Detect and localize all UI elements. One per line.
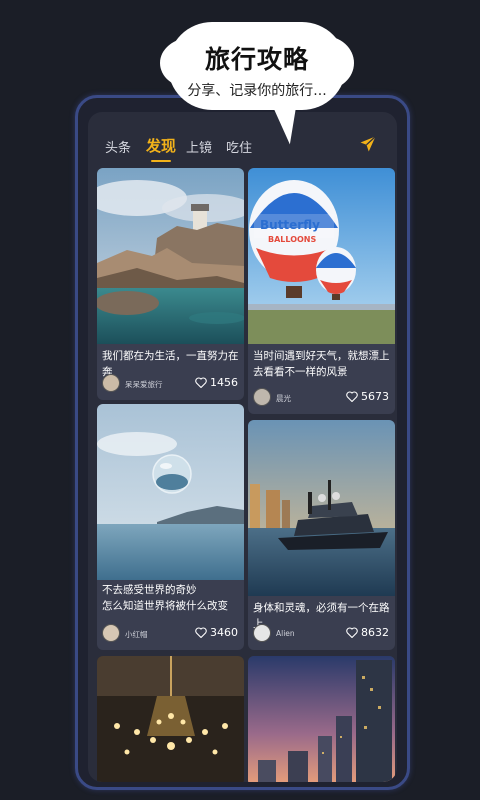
card-balloons[interactable]: Butterfly BALLOONS 当时间遇到好天气，就想漂上去看看不一样的风… [248, 168, 395, 414]
svg-text:Butterfly: Butterfly [260, 218, 320, 232]
tab-photo[interactable]: 上镜 [186, 137, 212, 156]
paper-plane-icon[interactable] [359, 135, 377, 153]
heart-icon [195, 377, 207, 388]
card-caption: 当时间遇到好天气，就想漂上去看看不一样的风景 [253, 350, 390, 378]
card-lighthouse[interactable]: 我们都在为生活，一直努力在奔 呆呆爱旅行 1456 [97, 168, 244, 400]
like-count[interactable]: 5673 [346, 390, 389, 403]
author-name: Alien [276, 629, 295, 638]
promo-title: 旅行攻略 [204, 45, 309, 74]
tab-headlines[interactable]: 头条 [105, 137, 131, 156]
author-name: 呆呆爱旅行 [125, 380, 163, 389]
phone-frame: 头条 发现 上镜 吃住 我们都在为生活，一直努力在奔 呆呆爱旅行 1456 Bu… [75, 95, 410, 790]
card-skyline[interactable] [248, 656, 395, 782]
card-yacht[interactable]: 身体和灵魂，必须有一个在路上 Alien 8632 [248, 420, 395, 650]
like-count[interactable]: 3460 [195, 626, 238, 639]
avatar [253, 624, 271, 642]
heart-icon [195, 627, 207, 638]
author-name: 晨光 [276, 394, 291, 403]
balloons-photo: Butterfly BALLOONS [248, 168, 395, 344]
tab-discover[interactable]: 发现 [146, 135, 176, 162]
tab-food-stay[interactable]: 吃住 [226, 137, 252, 156]
card-caption: 不去感受世界的奇妙 怎么知道世界将被什么改变 [102, 584, 228, 612]
like-count[interactable]: 8632 [346, 626, 389, 639]
avatar [253, 388, 271, 406]
skyline-photo [248, 656, 395, 782]
avatar [102, 624, 120, 642]
card-chandelier[interactable] [97, 656, 244, 782]
like-count[interactable]: 1456 [195, 376, 238, 389]
lighthouse-photo [97, 168, 244, 344]
svg-text:BALLOONS: BALLOONS [268, 235, 316, 244]
like-count-value: 5673 [361, 390, 389, 403]
like-count-value: 1456 [210, 376, 238, 389]
card-glass-ball[interactable]: 不去感受世界的奇妙 怎么知道世界将被什么改变 小红帽 3460 [97, 404, 244, 650]
glass-ball-photo [97, 404, 244, 580]
tab-bar: 头条 发现 上镜 吃住 [88, 112, 397, 164]
heart-icon [346, 627, 358, 638]
app-screen: 头条 发现 上镜 吃住 我们都在为生活，一直努力在奔 呆呆爱旅行 1456 Bu… [88, 112, 397, 782]
yacht-photo [248, 420, 395, 596]
like-count-value: 3460 [210, 626, 238, 639]
chandelier-photo [97, 656, 244, 782]
avatar [102, 374, 120, 392]
like-count-value: 8632 [361, 626, 389, 639]
promo-bubble: 旅行攻略 分享、记录你的旅行... [160, 22, 354, 110]
heart-icon [346, 391, 358, 402]
promo-subtitle: 分享、记录你的旅行... [187, 83, 327, 99]
author-name: 小红帽 [125, 630, 148, 639]
